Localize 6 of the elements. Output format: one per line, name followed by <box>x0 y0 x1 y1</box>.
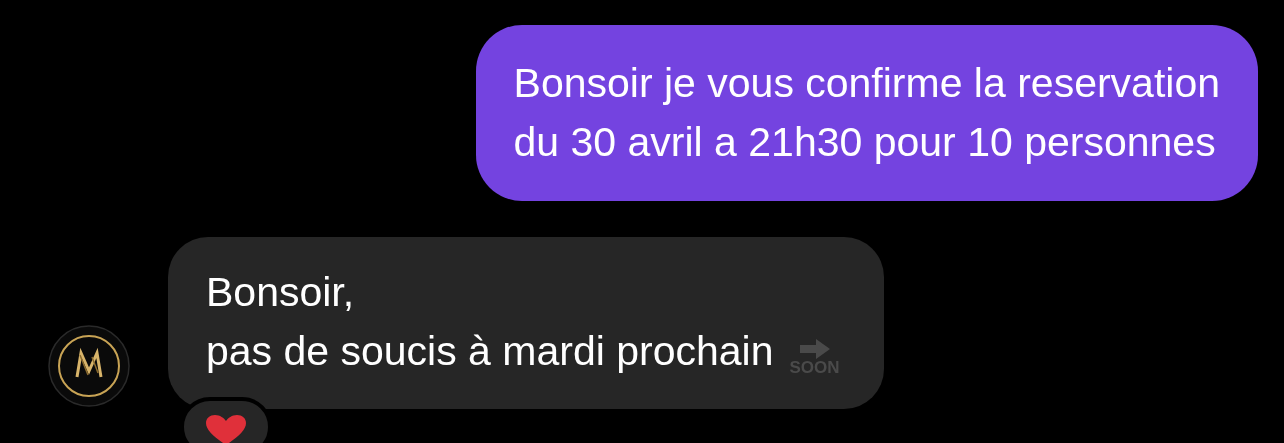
message-text: Bonsoir je vous confirme la reservation <box>513 59 1220 108</box>
message-text: pas de soucis à mardi prochain <box>206 327 774 376</box>
message-text: du 30 avril a 21h30 pour 10 personnes <box>513 118 1217 167</box>
message-text: Bonsoir, <box>206 268 355 317</box>
heart-icon <box>206 415 246 443</box>
arrow-icon <box>799 339 830 359</box>
